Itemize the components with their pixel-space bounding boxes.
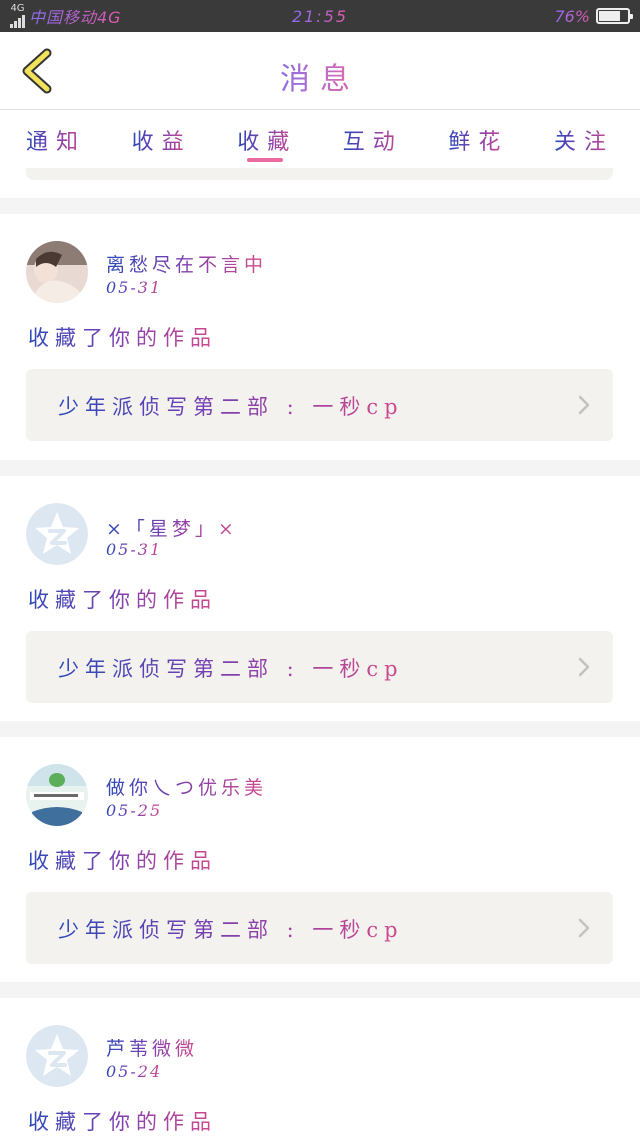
signal-icon — [10, 14, 25, 28]
username[interactable]: ×「星梦」× — [106, 514, 238, 541]
action-text: 收藏了你的作品 — [28, 845, 217, 875]
username[interactable]: 芦苇微微 — [106, 1034, 198, 1061]
username[interactable]: 离愁尽在不言中 — [106, 250, 267, 277]
tab-label: 通知 — [26, 130, 87, 155]
work-title: 少年派侦写第二部 : 一秒cp — [58, 653, 404, 683]
tab-label: 收益 — [131, 130, 192, 155]
tab-label: 互动 — [342, 130, 403, 155]
work-link[interactable]: 少年派侦写第二部 : 一秒cp — [26, 369, 613, 441]
nav-bar: 消息 — [0, 32, 640, 110]
chevron-right-icon — [578, 395, 590, 415]
message-date: 05-25 — [106, 801, 163, 820]
network-indicator: 4G — [10, 4, 25, 28]
tab-label: 关注 — [553, 130, 614, 155]
status-bar: 4G 中国移动4G 21:55 76% — [0, 0, 640, 32]
work-title: 少年派侦写第二部 : 一秒cp — [58, 391, 404, 421]
chevron-right-icon — [578, 918, 590, 938]
avatar[interactable] — [26, 503, 88, 565]
work-link[interactable]: 少年派侦写第二部 : 一秒cp — [26, 631, 613, 703]
action-text: 收藏了你的作品 — [28, 322, 217, 352]
tab-interactions[interactable]: 互动 — [343, 110, 403, 168]
work-title: 少年派侦写第二部 : 一秒cp — [58, 914, 404, 944]
username[interactable]: 做你乀つ优乐美 — [106, 773, 267, 800]
avatar[interactable] — [26, 1025, 88, 1087]
tab-following[interactable]: 关注 — [554, 110, 614, 168]
work-link[interactable]: 少年派侦写第二部 : 一秒cp — [26, 892, 613, 964]
message-card: 芦苇微微 05-24 收藏了你的作品 — [0, 998, 640, 1138]
default-avatar-icon — [26, 503, 88, 565]
message-date: 05-31 — [106, 278, 163, 297]
action-text: 收藏了你的作品 — [28, 1106, 217, 1136]
network-type-label: 4G — [10, 3, 25, 14]
tab-earnings[interactable]: 收益 — [132, 110, 192, 168]
default-avatar-icon — [26, 1025, 88, 1087]
page-title: 消息 — [0, 54, 640, 98]
tab-label: 收藏 — [237, 130, 298, 155]
image-avatar-icon — [26, 764, 88, 826]
avatar[interactable] — [26, 764, 88, 826]
battery-fill — [599, 11, 621, 21]
photo-avatar-image — [26, 241, 88, 303]
page-title-text: 消息 — [280, 62, 360, 97]
chevron-right-icon — [578, 657, 590, 677]
message-card: 做你乀つ优乐美 05-25 收藏了你的作品 少年派侦写第二部 : 一秒cp — [0, 737, 640, 982]
message-date: 05-24 — [106, 1062, 163, 1081]
status-right: 76% — [554, 6, 633, 26]
message-card: 离愁尽在不言中 05-31 收藏了你的作品 少年派侦写第二部 : 一秒cp — [0, 214, 640, 460]
action-text: 收藏了你的作品 — [28, 584, 217, 614]
tab-flowers[interactable]: 鲜花 — [448, 110, 508, 168]
avatar[interactable] — [26, 241, 88, 303]
tab-notifications[interactable]: 通知 — [26, 110, 86, 168]
tab-favorites[interactable]: 收藏 — [237, 110, 297, 168]
status-left: 4G 中国移动4G — [10, 4, 122, 28]
carrier-name: 中国移动4G — [29, 4, 122, 28]
battery-icon — [596, 8, 633, 24]
tab-bar: 通知 收益 收藏 互动 鲜花 关注 — [0, 110, 640, 168]
message-date: 05-31 — [106, 540, 163, 559]
battery-percent: 76% — [554, 6, 590, 26]
status-time: 21:55 — [291, 6, 349, 26]
message-card: ×「星梦」× 05-31 收藏了你的作品 少年派侦写第二部 : 一秒cp — [0, 476, 640, 721]
tab-label: 鲜花 — [448, 130, 509, 155]
previous-work-box-tail — [26, 168, 613, 180]
previous-card-tail — [0, 168, 640, 198]
active-tab-indicator — [247, 158, 284, 162]
